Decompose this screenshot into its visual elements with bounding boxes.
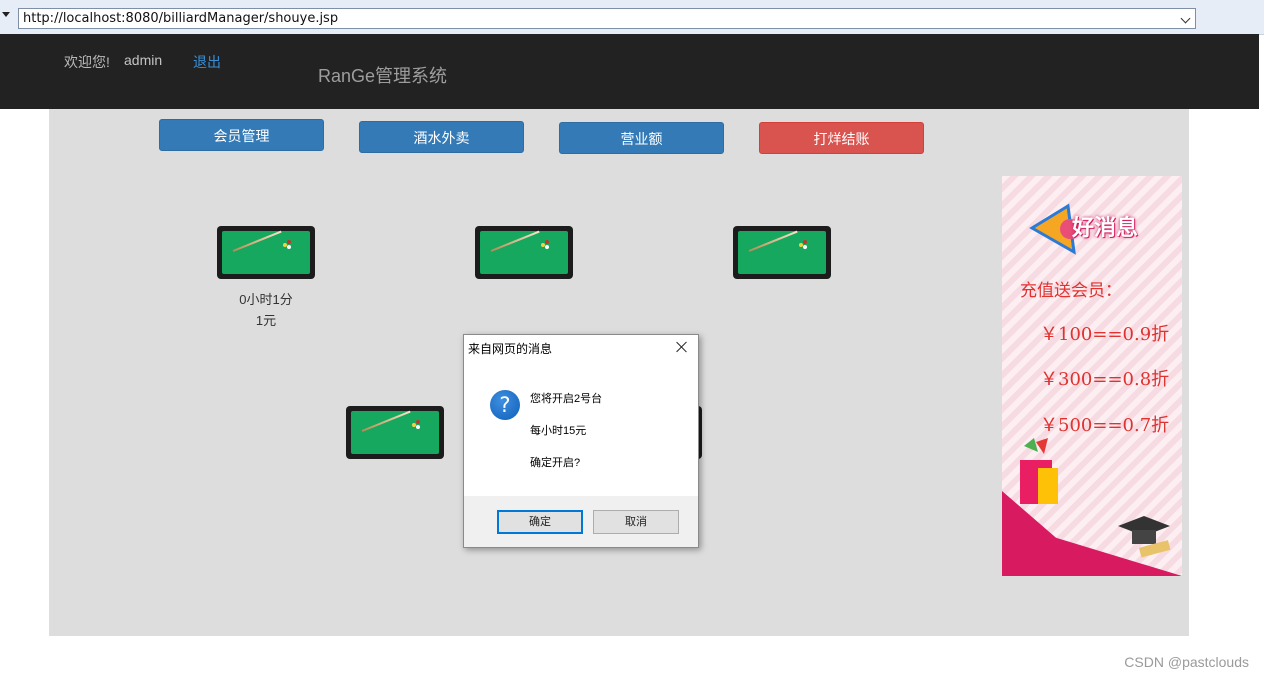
balls-icon [541, 240, 553, 250]
system-title: RanGe管理系统 [318, 66, 448, 86]
pool-table-2[interactable] [475, 226, 573, 279]
table-1-cost: 1元 [255, 313, 277, 328]
pool-table-4[interactable] [346, 406, 444, 459]
table-1-duration: 0小时1分 [239, 292, 293, 307]
welcome-text: 欢迎您! [64, 54, 110, 70]
promo-offer: ￥300==0.8折 [1040, 369, 1170, 390]
confirm-dialog: 来自网页的消息 ? 您将开启2号台 每小时15元 确定开启? 确定 取消 [463, 334, 699, 548]
graduation-cap-icon [1118, 516, 1171, 558]
member-management-button[interactable]: 会员管理 [159, 119, 324, 151]
close-shop-button[interactable]: 打烊结账 [759, 122, 924, 154]
chevron-down-icon[interactable] [1179, 11, 1193, 26]
balls-icon [412, 420, 424, 430]
ok-button[interactable]: 确定 [497, 510, 583, 534]
dialog-footer: 确定 取消 [464, 496, 698, 547]
top-navbar: 欢迎您! admin 退出 RanGe管理系统 [0, 34, 1259, 109]
dialog-title: 来自网页的消息 [468, 342, 553, 356]
url-field[interactable]: http://localhost:8080/billiardManager/sh… [18, 8, 1196, 29]
promo-banner: 好消息 充值送会员： ￥100==0.9折 ￥300==0.8折 ￥500==0… [1002, 176, 1182, 576]
promo-intro: 充值送会员： [1020, 281, 1122, 301]
promo-heading: 好消息 [1072, 216, 1139, 241]
watermark: CSDN @pastclouds [1124, 654, 1249, 670]
dialog-line-table: 您将开启2号台 [530, 393, 603, 405]
question-icon: ? [490, 390, 520, 420]
url-text[interactable]: http://localhost:8080/billiardManager/sh… [23, 11, 338, 26]
balls-icon [799, 240, 811, 250]
close-icon[interactable] [674, 339, 690, 355]
dialog-line-confirm: 确定开启? [530, 457, 581, 469]
drinks-takeout-button[interactable]: 酒水外卖 [359, 121, 524, 153]
promo-offer: ￥100==0.9折 [1040, 324, 1170, 345]
logout-link[interactable]: 退出 [193, 52, 221, 72]
promo-offer: ￥500==0.7折 [1040, 415, 1170, 436]
pool-table-1[interactable] [217, 226, 315, 279]
username: admin [124, 52, 163, 68]
dropdown-arrow-icon[interactable] [2, 12, 10, 17]
cancel-button[interactable]: 取消 [593, 510, 679, 534]
pool-table-3[interactable] [733, 226, 831, 279]
balls-icon [283, 240, 295, 250]
dialog-line-rate: 每小时15元 [530, 425, 587, 437]
revenue-button[interactable]: 营业额 [559, 122, 724, 154]
gift-bag-icon [1020, 438, 1058, 504]
browser-address-strip: http://localhost:8080/billiardManager/sh… [0, 0, 1264, 35]
